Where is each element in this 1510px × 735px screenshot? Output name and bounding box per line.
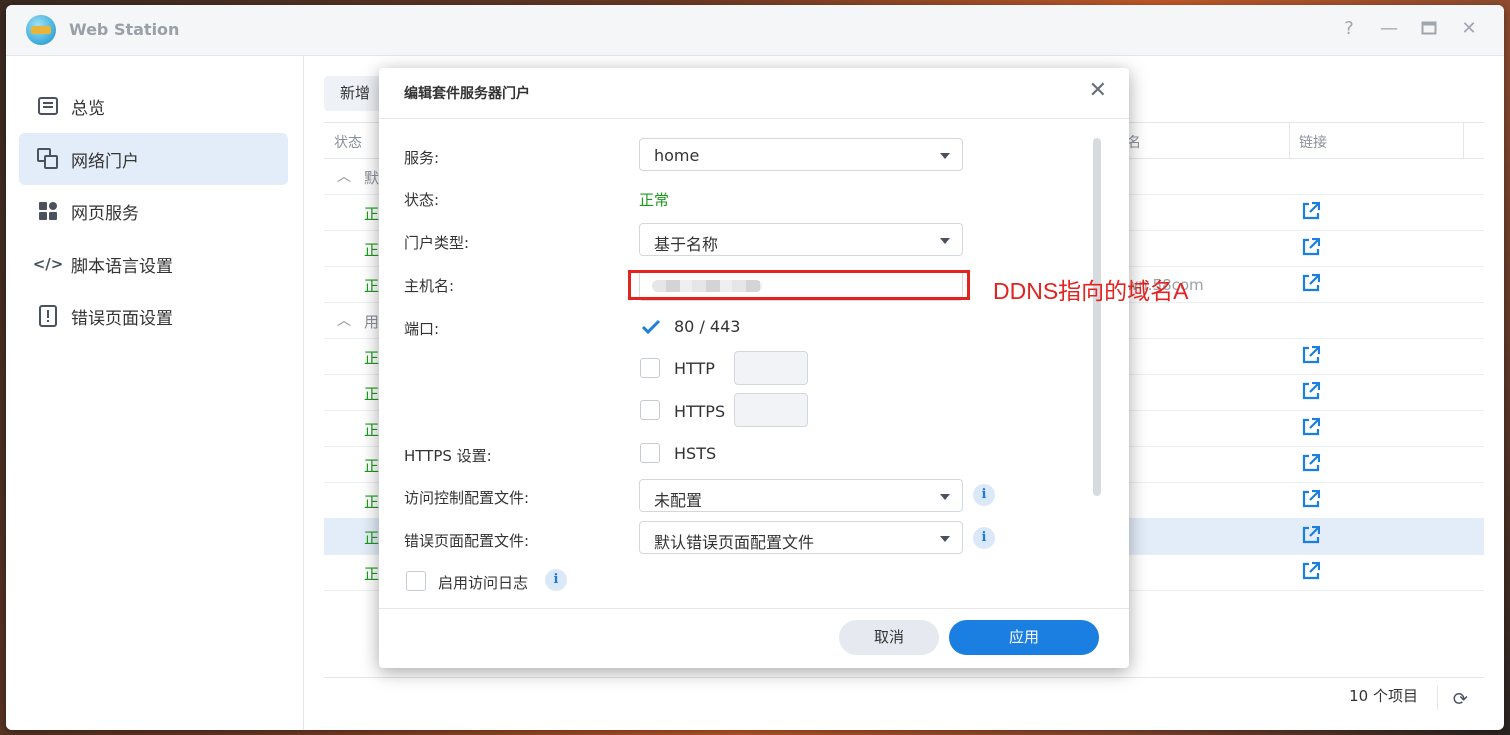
edit-portal-dialog: 编辑套件服务器门户 ✕ 服务: home 状态: 正常 门户类型: 基于名称 主… [379,68,1129,668]
http-port-input[interactable] [734,351,808,385]
portal-type-select[interactable]: 基于名称 [639,223,963,256]
enable-access-log-label: 启用访问日志 [438,574,529,592]
cancel-button[interactable]: 取消 [839,620,939,655]
chevron-down-icon [940,153,950,159]
apply-button[interactable]: 应用 [949,620,1099,655]
https-label: HTTPS [674,402,726,421]
hostname-label: 主机名: [404,277,455,295]
error-page-value: 默认错误页面配置文件 [654,533,815,552]
https-settings-label: HTTPS 设置: [404,447,492,465]
error-page-label: 错误页面配置文件: [404,532,530,550]
checkmark-icon [641,319,661,335]
dialog-title: 编辑套件服务器门户 [404,86,530,102]
annotation-text: DDNS指向的域名A [993,278,1189,304]
service-label: 服务: [404,149,440,167]
access-control-select[interactable]: 未配置 [639,479,963,512]
info-icon[interactable]: i [973,527,995,549]
enable-access-log-checkbox[interactable] [406,571,426,591]
dialog-header-divider [379,118,1129,119]
service-select[interactable]: home [639,138,963,171]
hsts-checkbox[interactable] [640,443,660,463]
info-icon[interactable]: i [545,569,567,591]
chevron-down-icon [940,494,950,500]
access-control-label: 访问控制配置文件: [404,489,530,507]
https-port-input[interactable] [734,393,808,427]
portal-type-label: 门户类型: [404,234,470,252]
http-checkbox[interactable] [640,358,660,378]
status-label: 状态: [404,191,440,209]
modal-overlay: wn.58com 编辑套件服务器门户 ✕ 服务: home 状态: 正常 门户类… [0,0,1510,735]
chevron-down-icon [940,536,950,542]
info-icon[interactable]: i [973,484,995,506]
hsts-label: HSTS [674,444,717,463]
error-page-select[interactable]: 默认错误页面配置文件 [639,521,963,554]
status-value: 正常 [639,191,670,209]
port-80-443-label: 80 / 443 [674,317,741,336]
annotation-highlight-box [628,270,970,300]
dialog-footer-divider [379,608,1129,609]
port-80-443-checkbox[interactable] [640,316,661,336]
portal-type-value: 基于名称 [654,235,719,254]
service-value: home [654,146,700,165]
https-checkbox[interactable] [640,400,660,420]
port-label: 端口: [404,320,440,338]
http-label: HTTP [674,359,715,378]
chevron-down-icon [940,238,950,244]
dialog-scrollbar[interactable] [1093,138,1101,496]
access-control-value: 未配置 [654,491,703,510]
close-icon[interactable]: ✕ [1089,78,1107,103]
